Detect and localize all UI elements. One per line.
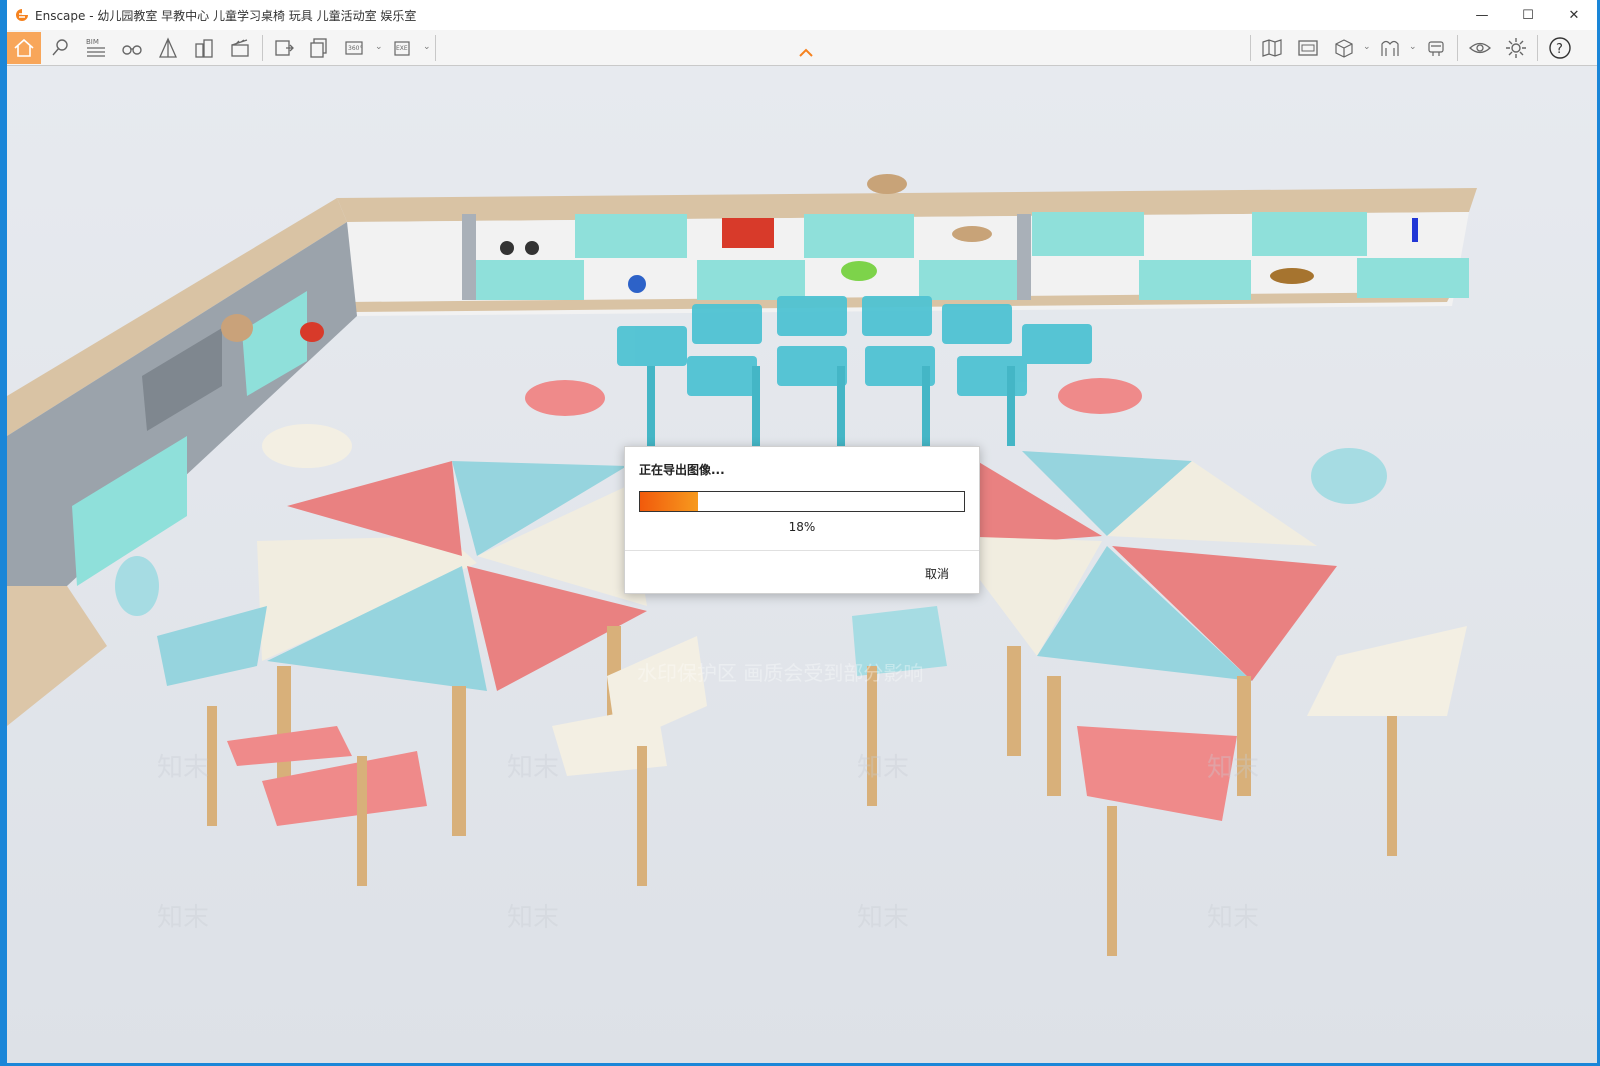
general-settings-button[interactable] — [1499, 32, 1533, 64]
svg-text:EXE: EXE — [396, 45, 408, 52]
export-progress-bar — [639, 491, 965, 512]
batch-render-button[interactable] — [303, 32, 337, 64]
minimize-button[interactable]: — — [1459, 0, 1505, 30]
screenshot-export-icon — [275, 40, 294, 56]
perspective-button[interactable] — [151, 32, 185, 64]
asset-box-icon — [1335, 39, 1353, 58]
svg-text:知末: 知末 — [1207, 753, 1259, 783]
asset-dropdown-chevron-icon[interactable]: ⌄ — [1363, 42, 1371, 52]
app-window: Enscape - 幼儿园教室 早教中心 儿童学习桌椅 玩具 儿童活动室 娱乐室… — [0, 0, 1600, 1066]
progress-percent-label: 18% — [788, 520, 816, 534]
views-button[interactable] — [187, 32, 221, 64]
material-dropdown-chevron-icon[interactable]: ⌄ — [1409, 42, 1417, 52]
svg-text:水印保护区 画质会受到部分影响: 水印保护区 画质会受到部分影响 — [637, 661, 923, 685]
svg-text:BIM: BIM — [86, 38, 99, 46]
perspective-icon — [158, 37, 178, 58]
settings-gear-icon — [1506, 38, 1526, 58]
visual-settings-icon — [1469, 42, 1491, 54]
svg-text:知末: 知末 — [157, 753, 209, 783]
svg-text:知末: 知末 — [507, 903, 559, 933]
visual-settings-button[interactable] — [1463, 32, 1497, 64]
cancel-button[interactable]: 取消 — [925, 565, 949, 582]
binoculars-icon — [122, 45, 142, 55]
map-icon — [1262, 39, 1282, 57]
home-button[interactable] — [7, 32, 41, 64]
close-button[interactable]: ✕ — [1551, 0, 1597, 30]
map-button[interactable] — [1255, 32, 1289, 64]
svg-text:知末: 知末 — [857, 753, 909, 783]
batch-export-icon — [310, 38, 327, 58]
atmosphere-button[interactable] — [1419, 32, 1453, 64]
help-icon: ? — [1549, 37, 1571, 59]
asset-library-button[interactable] — [1327, 32, 1361, 64]
walk-mode-button[interactable] — [115, 32, 149, 64]
clapperboard-icon — [231, 39, 249, 57]
window-controls: — ☐ ✕ — [1459, 0, 1597, 30]
title-bar: Enscape - 幼儿园教室 早教中心 儿童学习桌椅 玩具 儿童活动室 娱乐室… — [7, 0, 1597, 30]
home-icon — [14, 38, 34, 57]
video-editor-button[interactable] — [223, 32, 257, 64]
svg-text:知末: 知末 — [157, 903, 209, 933]
bim-button[interactable]: BIM — [79, 32, 113, 64]
toolbar-separator — [1457, 35, 1458, 61]
dialog-title: 正在导出图像... — [639, 463, 725, 477]
panorama-dropdown-chevron-icon[interactable]: ⌄ — [375, 42, 383, 52]
exe-dropdown-chevron-icon[interactable]: ⌄ — [423, 42, 431, 52]
enscape-logo-icon — [16, 9, 28, 21]
bim-icon: BIM — [86, 38, 105, 57]
render-viewport[interactable]: 水印保护区 画质会受到部分影响 知末 知末 知末 知末 知末 知末 知末 知末 … — [7, 66, 1597, 1063]
svg-text:360°: 360° — [348, 45, 362, 52]
collapse-toolbar-chevron-up-icon[interactable] — [797, 44, 815, 62]
toolbar-separator — [262, 35, 263, 61]
material-editor-icon — [1381, 40, 1399, 56]
svg-text:?: ? — [1556, 42, 1563, 57]
help-button[interactable]: ? — [1543, 32, 1577, 64]
exe-export-button[interactable]: EXE — [387, 32, 421, 64]
svg-text:知末: 知末 — [507, 753, 559, 783]
toolbar-separator — [1537, 35, 1538, 61]
progress-fill — [640, 492, 699, 511]
exe-export-icon: EXE — [394, 41, 410, 56]
material-editor-button[interactable] — [1373, 32, 1407, 64]
window-title: Enscape - 幼儿园教室 早教中心 儿童学习桌椅 玩具 儿童活动室 娱乐室 — [35, 8, 417, 23]
panorama-360-icon: 360° — [345, 41, 363, 55]
panorama-button[interactable]: 360° — [339, 32, 373, 64]
render-preview-icon — [1298, 40, 1318, 56]
screenshot-button[interactable] — [267, 32, 301, 64]
dialog-divider — [625, 550, 979, 551]
export-progress-dialog: 正在导出图像... 18% 取消 — [624, 446, 980, 594]
svg-text:知末: 知末 — [1207, 903, 1259, 933]
main-toolbar: BIM 360° ⌄ EXE ⌄ ⌄ ⌄ ? — [7, 30, 1597, 66]
location-button[interactable] — [43, 32, 77, 64]
maximize-button[interactable]: ☐ — [1505, 0, 1551, 30]
render-window-button[interactable] — [1291, 32, 1325, 64]
toolbar-separator — [1250, 35, 1251, 61]
svg-text:知末: 知末 — [857, 903, 909, 933]
toolbar-separator — [435, 35, 436, 61]
sun-settings-icon — [1428, 41, 1444, 56]
location-pin-icon — [52, 39, 68, 56]
buildings-icon — [195, 39, 213, 58]
